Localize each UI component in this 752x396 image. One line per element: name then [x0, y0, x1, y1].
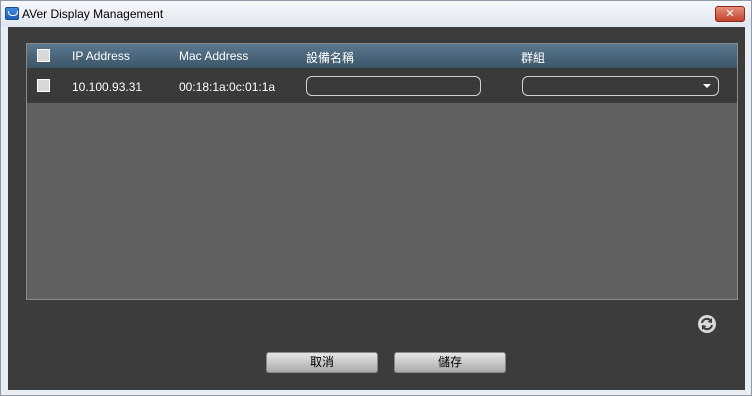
- table-header: IP Address Mac Address 設備名稱 群組: [27, 44, 737, 68]
- window-title: AVer Display Management: [22, 7, 164, 21]
- app-window: AVer Display Management ✕ IP Address Mac…: [0, 0, 752, 396]
- header-device-name: 設備名稱: [306, 51, 355, 65]
- select-all-checkbox[interactable]: [37, 49, 50, 62]
- chevron-down-icon: [703, 84, 711, 88]
- header-group: 群組: [521, 51, 546, 65]
- aver-app-icon: [5, 7, 19, 20]
- row-checkbox[interactable]: [37, 79, 50, 92]
- client-area: IP Address Mac Address 設備名稱 群組 10.100.93…: [8, 27, 745, 390]
- row-ip-address: 10.100.93.31: [72, 80, 143, 94]
- close-button[interactable]: ✕: [715, 6, 745, 22]
- row-mac-address: 00:18:1a:0c:01:1a: [179, 80, 276, 94]
- device-name-input[interactable]: [306, 76, 481, 96]
- close-icon: ✕: [725, 8, 735, 20]
- save-button[interactable]: 儲存: [394, 352, 506, 373]
- refresh-button[interactable]: [697, 314, 717, 334]
- title-bar: AVer Display Management ✕: [1, 1, 751, 27]
- header-mac-address: Mac Address: [179, 49, 249, 63]
- refresh-icon: [698, 315, 716, 333]
- header-ip-address: IP Address: [72, 49, 130, 63]
- device-table: IP Address Mac Address 設備名稱 群組 10.100.93…: [26, 43, 738, 300]
- table-row: 10.100.93.31 00:18:1a:0c:01:1a: [27, 68, 737, 103]
- group-select[interactable]: [522, 76, 719, 96]
- cancel-button[interactable]: 取消: [266, 352, 378, 373]
